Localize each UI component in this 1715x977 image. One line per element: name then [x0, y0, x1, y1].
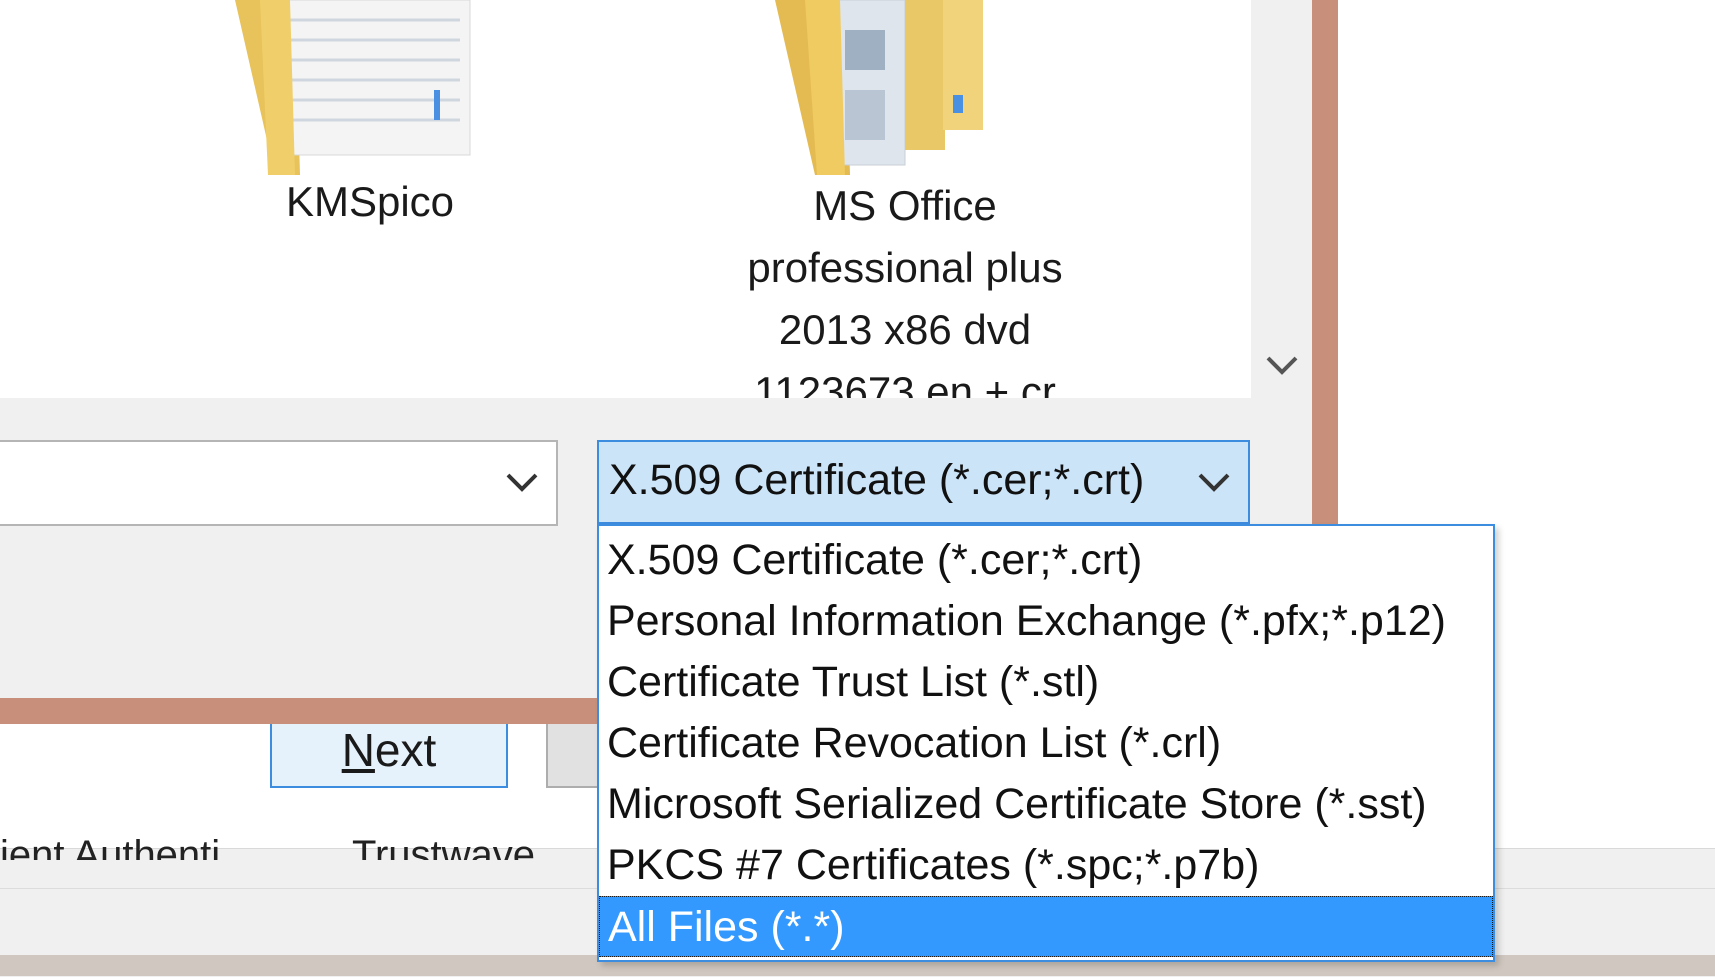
vertical-scrollbar[interactable]: [1251, 0, 1312, 398]
dropdown-option[interactable]: Personal Information Exchange (*.pfx;*.p…: [599, 591, 1493, 652]
dropdown-option[interactable]: Microsoft Serialized Certificate Store (…: [599, 774, 1493, 835]
background-cell-text: Trustwave: [352, 833, 536, 860]
chevron-down-icon: [506, 473, 538, 492]
folder-item-ms-office[interactable]: MS Office professional plus 2013 x86 dvd…: [730, 0, 1080, 398]
next-button-label: ext: [374, 724, 437, 776]
background-cell-text: ient Authenti...: [0, 833, 254, 860]
folder-label: KMSpico: [285, 178, 455, 225]
folder-icon: [775, 0, 983, 175]
file-type-dropdown-list: X.509 Certificate (*.cer;*.crt) Personal…: [597, 524, 1495, 962]
chevron-down-icon: [1198, 473, 1230, 492]
folder-item-kmspico[interactable]: KMSpico: [200, 0, 540, 233]
scroll-down-button[interactable]: [1262, 345, 1302, 385]
folder-icon: [235, 0, 471, 175]
folder-label-line: MS Office: [813, 182, 997, 229]
folder-label-line: 1123673 en + cr: [754, 368, 1056, 398]
dropdown-option[interactable]: PKCS #7 Certificates (*.spc;*.p7b): [599, 835, 1493, 896]
dropdown-option[interactable]: Certificate Revocation List (*.crl): [599, 713, 1493, 774]
file-name-dropdown-button[interactable]: [502, 462, 542, 502]
dropdown-option[interactable]: X.509 Certificate (*.cer;*.crt): [599, 530, 1493, 591]
file-type-dropdown-button[interactable]: [1194, 462, 1234, 502]
file-type-select[interactable]: X.509 Certificate (*.cer;*.crt): [597, 440, 1250, 524]
chevron-down-icon: [1266, 356, 1298, 375]
next-button-mnemonic: N: [341, 724, 375, 776]
file-list-view[interactable]: KMSpico MS Office professional plus 2013…: [0, 0, 1251, 398]
folder-label-line: 2013 x86 dvd: [778, 306, 1032, 353]
file-type-selected-value: X.509 Certificate (*.cer;*.crt): [609, 456, 1145, 504]
folder-label-line: professional plus: [747, 244, 1063, 291]
dropdown-option-highlighted[interactable]: All Files (*.*): [599, 896, 1493, 957]
dropdown-option[interactable]: Certificate Trust List (*.stl): [599, 652, 1493, 713]
file-name-combobox[interactable]: [0, 440, 558, 526]
